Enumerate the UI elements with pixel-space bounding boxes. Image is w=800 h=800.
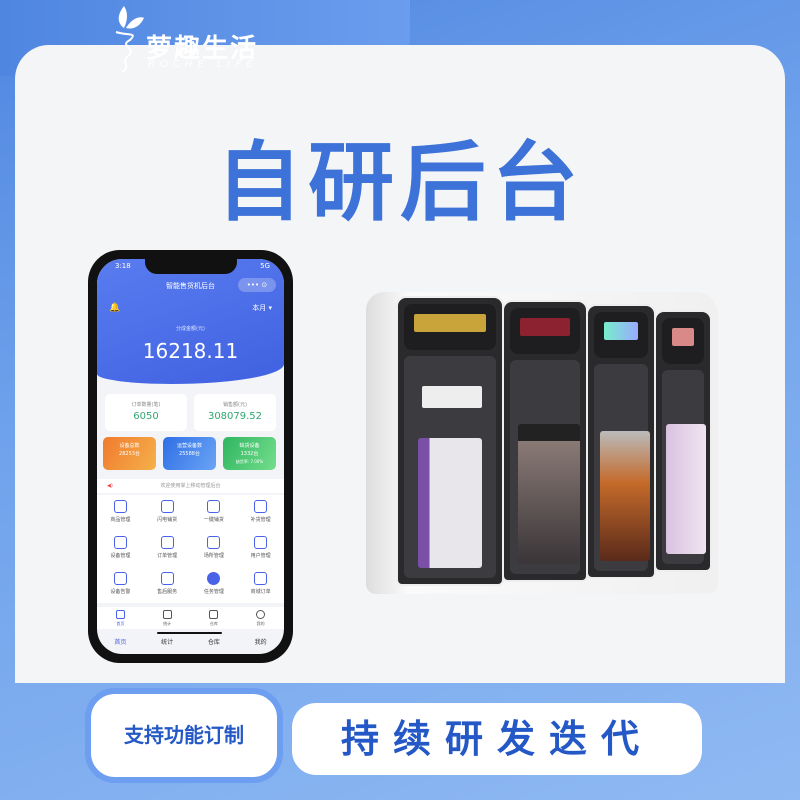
menu-item[interactable]: 商城订单 xyxy=(237,567,284,603)
monitor-icon xyxy=(113,536,127,549)
share-label: 分成金额(元) xyxy=(176,326,205,332)
card-active-devices[interactable]: 运营设备数 25588台 xyxy=(163,437,216,470)
menu-item[interactable]: 闪电铺货 xyxy=(144,495,191,531)
warehouse-icon xyxy=(209,610,219,619)
card-label: 运营设备数 xyxy=(176,443,202,449)
bell-icon[interactable]: 🔔 xyxy=(109,303,120,313)
brand-logo: 萝趣生活 ROCHE LIFE xyxy=(108,2,278,72)
bottom-tab[interactable]: 首页 xyxy=(97,637,144,646)
status-signal: 5G xyxy=(260,262,270,270)
stat-label: 订单数量(笔) xyxy=(131,402,161,408)
card-extra: 缺货率: 7.00% xyxy=(235,459,264,464)
phone-notch xyxy=(145,259,237,274)
machine-column xyxy=(654,310,712,572)
card-label: 设备总数 xyxy=(119,443,140,449)
menu-item[interactable]: 设备管理 xyxy=(97,531,144,567)
menu-item[interactable]: 订单管理 xyxy=(144,531,191,567)
menu-item[interactable]: 任务管理 xyxy=(191,567,238,603)
bottom-tabs: 首页 统计 仓库 我的 xyxy=(97,637,284,646)
feature-iteration: 持续研发迭代 xyxy=(292,703,702,775)
menu-item[interactable]: 设备告警 xyxy=(97,567,144,603)
building-icon xyxy=(207,536,221,549)
menu-item[interactable]: 商品管理 xyxy=(97,495,144,531)
tab-home[interactable]: 首页 xyxy=(97,607,144,629)
chart-icon xyxy=(162,610,172,619)
brand-name-en: ROCHE LIFE xyxy=(148,59,258,70)
user-icon xyxy=(256,610,266,619)
home-indicator xyxy=(157,632,222,634)
status-time: 3:18 xyxy=(115,262,131,270)
card-value: 25588台 xyxy=(179,451,200,457)
phone-screen: 3:18 5G 智能售货机后台 ••• ⊙ 🔔 本月 ▾ 分成金额(元) 162… xyxy=(97,259,284,654)
stat-orders[interactable]: 订单数量(笔) 6050 xyxy=(105,394,187,431)
alarm-icon xyxy=(113,572,127,585)
card-value: 1332台 xyxy=(240,451,259,457)
card-value: 28253台 xyxy=(119,451,140,457)
leaf-icon xyxy=(115,6,144,72)
tap-icon xyxy=(207,500,221,513)
notice-bar: ◀) 欢迎使用掌上移动管理后台 xyxy=(97,479,284,493)
notice-text: 欢迎使用掌上移动管理后台 xyxy=(160,483,221,489)
shop-order-icon xyxy=(254,572,268,585)
menu-item[interactable]: 用户管理 xyxy=(237,531,284,567)
stat-value: 6050 xyxy=(133,411,159,422)
machine-column xyxy=(396,296,504,586)
stat-label: 销售额(元) xyxy=(223,402,247,408)
document-icon xyxy=(160,536,174,549)
tab-stats[interactable]: 统计 xyxy=(144,607,191,629)
truck-icon xyxy=(254,500,268,513)
bottom-tab[interactable]: 仓库 xyxy=(191,637,238,646)
tab-mine[interactable]: 我的 xyxy=(237,607,284,629)
menu-item[interactable]: 补货管理 xyxy=(237,495,284,531)
tools-icon xyxy=(160,572,174,585)
machine-column xyxy=(502,300,588,582)
machine-column xyxy=(586,304,656,579)
speaker-icon: ◀) xyxy=(107,483,113,489)
menu-capsule[interactable]: ••• ⊙ xyxy=(238,278,276,292)
lightning-icon xyxy=(160,500,174,513)
task-icon xyxy=(207,572,221,585)
stat-value: 308079.52 xyxy=(207,411,263,422)
bottom-tab[interactable]: 我的 xyxy=(237,637,284,646)
stat-sales[interactable]: 销售额(元) 308079.52 xyxy=(194,394,276,431)
menu-grid: 商品管理 闪电铺货 一键铺货 补货管理 设备管理 订单管理 场所管理 用户管理 … xyxy=(97,495,284,603)
phone-mockup: 3:18 5G 智能售货机后台 ••• ⊙ 🔔 本月 ▾ 分成金额(元) 162… xyxy=(88,250,293,663)
bag-icon xyxy=(113,500,127,513)
card-out-of-stock[interactable]: 缺货设备 1332台 缺货率: 7.00% xyxy=(223,437,276,470)
share-value: 16218.11 xyxy=(142,339,239,363)
menu-item[interactable]: 场所管理 xyxy=(191,531,238,567)
home-icon xyxy=(115,610,125,619)
headline: 自研后台 xyxy=(216,133,584,233)
menu-item[interactable]: 售后服务 xyxy=(144,567,191,603)
users-icon xyxy=(254,536,268,549)
vending-machine-image xyxy=(366,292,718,594)
tab-warehouse[interactable]: 仓库 xyxy=(191,607,238,629)
menu-item[interactable]: 一键铺货 xyxy=(191,495,238,531)
bottom-tab[interactable]: 统计 xyxy=(144,637,191,646)
feature-custom: 支持功能订制 xyxy=(85,688,283,783)
card-total-devices[interactable]: 设备总数 28253台 xyxy=(103,437,156,470)
period-dropdown[interactable]: 本月 ▾ xyxy=(252,303,272,313)
tab-bar: 首页 统计 仓库 我的 xyxy=(97,607,284,629)
card-label: 缺货设备 xyxy=(239,443,260,449)
